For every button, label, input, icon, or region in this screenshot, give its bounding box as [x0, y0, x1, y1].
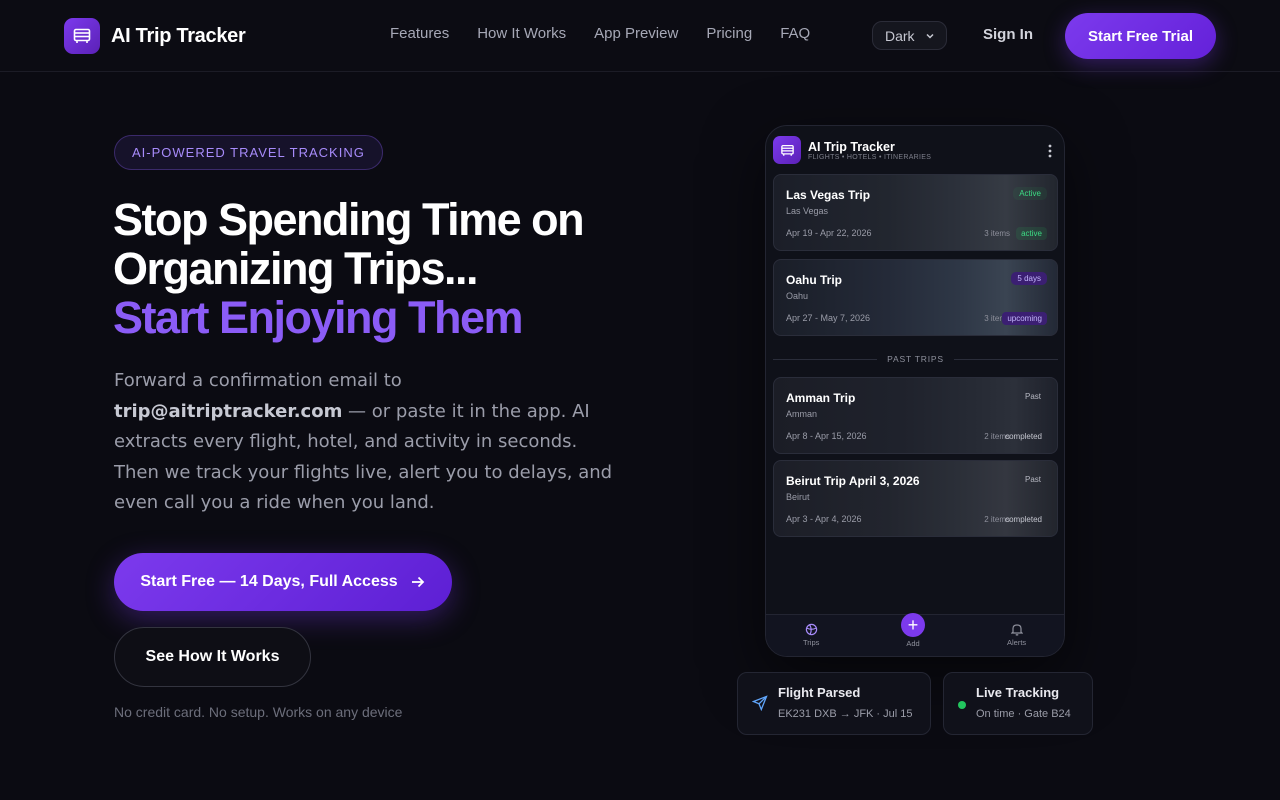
phone-tab-bar: Trips + Add Alerts	[766, 613, 1064, 656]
plus-icon: +	[901, 613, 925, 637]
tab-alerts-label: Alerts	[1007, 638, 1027, 647]
trip-place: Las Vegas	[786, 206, 829, 216]
hero-description: Forward a confirmation email to trip@ait…	[114, 366, 614, 519]
trip-name: Amman Trip	[786, 391, 856, 405]
divider-line	[773, 358, 878, 360]
theme-select[interactable]: Dark	[872, 21, 947, 50]
trip-items: 3 items	[984, 229, 1010, 238]
cta-primary-label: Start Free — 14 Days, Full Access	[140, 573, 398, 590]
live-tracking-card: Live Tracking On time · Gate B24	[943, 672, 1093, 735]
trip-place: Oahu	[786, 291, 809, 301]
trip-tag: Past	[1024, 392, 1041, 401]
tab-alerts[interactable]: Alerts	[1007, 623, 1026, 647]
hero-note: No credit card. No setup. Works on any d…	[114, 704, 403, 720]
live-status-dot	[958, 701, 966, 709]
trip-name: Oahu Trip	[786, 273, 843, 287]
trip-dates: Apr 3 - Apr 4, 2026	[786, 514, 862, 524]
more-vertical-icon[interactable]	[1048, 144, 1052, 158]
past-trips-divider: PAST TRIPS	[773, 354, 1058, 364]
trip-name: Las Vegas Trip	[786, 188, 871, 202]
description-pre: Forward a confirmation email to	[114, 370, 402, 391]
trip-card[interactable]: Amman Trip Amman Apr 8 - Apr 15, 2026 Pa…	[773, 377, 1058, 454]
trip-tag: Past	[1024, 475, 1041, 484]
nav-links: Features How It Works App Preview Pricin…	[390, 25, 810, 42]
nav-link-faq[interactable]: FAQ	[780, 25, 810, 42]
trip-tag: Active	[1013, 187, 1047, 200]
live-card-detail: On time · Gate B24	[976, 708, 1071, 720]
trip-card[interactable]: Beirut Trip April 3, 2026 Beirut Apr 3 -…	[773, 460, 1058, 537]
description-email: trip@aitriptracker.com	[114, 400, 343, 422]
trip-dates: Apr 8 - Apr 15, 2026	[786, 431, 867, 441]
headline-line-2: Organizing Trips...	[113, 243, 479, 294]
brand-name: AI Trip Tracker	[111, 24, 246, 47]
trip-status-badge: upcoming	[1002, 312, 1047, 325]
send-icon	[752, 695, 768, 711]
trip-tag: 5 days	[1011, 272, 1047, 285]
chevron-down-icon	[926, 33, 934, 39]
past-trips-label: PAST TRIPS	[887, 354, 944, 364]
trip-card[interactable]: Las Vegas Trip Las Vegas Apr 19 - Apr 22…	[773, 174, 1058, 251]
bell-icon	[1010, 624, 1023, 636]
headline-line-1: Stop Spending Time on	[113, 194, 585, 245]
globe-icon	[805, 623, 817, 636]
tab-trips-label: Trips	[803, 638, 820, 647]
top-nav: AI Trip Tracker Features How It Works Ap…	[0, 0, 1280, 72]
trip-dates: Apr 19 - Apr 22, 2026	[786, 228, 872, 238]
trip-place: Beirut	[786, 492, 810, 502]
sign-in-link[interactable]: Sign In	[983, 26, 1033, 43]
trip-name: Beirut Trip April 3, 2026	[786, 474, 920, 488]
nav-link-how-it-works[interactable]: How It Works	[477, 25, 566, 42]
headline-accent: Start Enjoying Them	[113, 292, 524, 343]
phone-app-subtitle: FLIGHTS • HOTELS • ITINERARIES	[808, 153, 932, 161]
trip-dates: Apr 27 - May 7, 2026	[786, 313, 871, 323]
trip-status-badge: active	[1016, 227, 1047, 240]
hero-headline: Stop Spending Time on Organizing Trips..…	[113, 195, 633, 342]
start-free-trial-button[interactable]: Start Free Trial	[1065, 13, 1216, 59]
phone-header: AI Trip Tracker FLIGHTS • HOTELS • ITINE…	[773, 136, 931, 164]
arrow-right-icon	[411, 576, 424, 588]
live-card-title: Live Tracking	[976, 685, 1060, 700]
trip-card[interactable]: Oahu Trip Oahu Apr 27 - May 7, 2026 5 da…	[773, 259, 1058, 336]
flight-card-title: Flight Parsed	[778, 685, 861, 700]
tab-add-label: Add	[906, 639, 920, 648]
start-free-cta-button[interactable]: Start Free — 14 Days, Full Access	[114, 553, 452, 611]
theme-select-value: Dark	[885, 27, 915, 44]
suitcase-icon	[773, 136, 801, 164]
flight-parsed-card: Flight Parsed EK231 DXB → JFK · Jul 15	[737, 672, 931, 735]
divider-line	[953, 358, 1058, 360]
phone-app-title: AI Trip Tracker	[808, 139, 895, 154]
trip-status-badge: completed	[1005, 515, 1042, 524]
brand-logo[interactable]: AI Trip Tracker	[64, 18, 246, 54]
tab-trips[interactable]: Trips	[803, 623, 819, 647]
see-how-it-works-button[interactable]: See How It Works	[114, 627, 311, 687]
trip-place: Amman	[786, 409, 818, 419]
suitcase-icon	[64, 18, 100, 54]
nav-link-features[interactable]: Features	[390, 25, 449, 42]
flight-card-detail: EK231 DXB → JFK · Jul 15	[778, 708, 913, 720]
trip-status-badge: completed	[1005, 432, 1042, 441]
nav-link-app-preview[interactable]: App Preview	[594, 25, 678, 42]
hero-badge: AI-POWERED TRAVEL TRACKING	[114, 135, 383, 170]
tab-add[interactable]: + Add	[901, 613, 925, 648]
phone-mockup: AI Trip Tracker FLIGHTS • HOTELS • ITINE…	[765, 125, 1065, 657]
nav-link-pricing[interactable]: Pricing	[706, 25, 752, 42]
